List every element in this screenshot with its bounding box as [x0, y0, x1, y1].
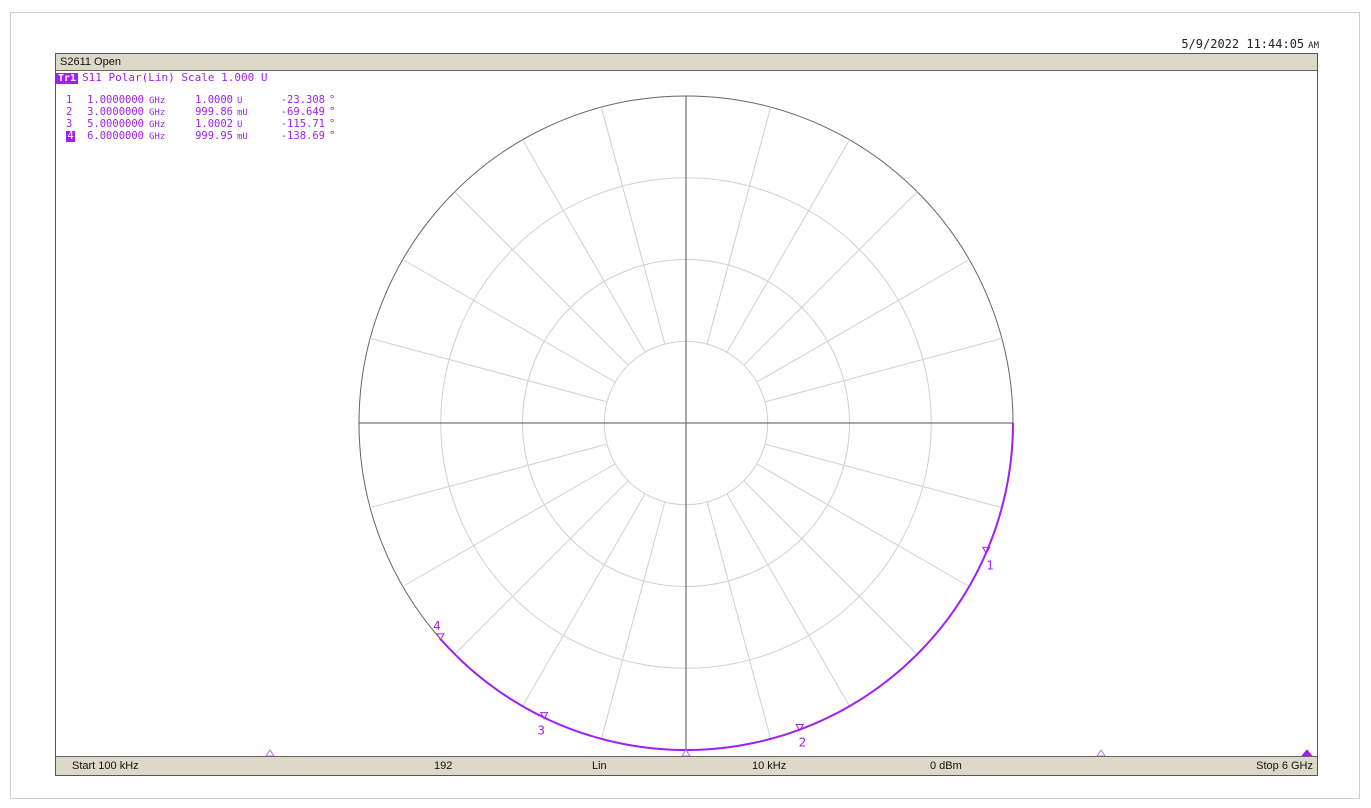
marker-degree-symbol: °: [329, 118, 336, 130]
marker-number: 3: [66, 118, 73, 130]
grid-spoke: [600, 107, 666, 345]
timestamp: 5/9/2022 11:44:05 AM: [1181, 37, 1319, 51]
marker-magnitude: 999.95: [195, 130, 233, 142]
timestamp-ampm: AM: [1308, 41, 1319, 51]
marker-frequency-unit: GHz: [149, 108, 166, 118]
marker-degree-symbol: °: [329, 94, 336, 106]
marker-1-label: 1: [986, 558, 994, 572]
marker-frequency-unit: GHz: [149, 96, 166, 106]
marker-magnitude-unit: mU: [237, 132, 248, 142]
marker-frequency-unit: GHz: [149, 120, 166, 130]
trace-label: S11 Polar(Lin) Scale 1.000 U: [82, 71, 268, 84]
marker-magnitude: 1.0000: [195, 94, 233, 106]
marker-degree-symbol: °: [329, 130, 336, 142]
window-title: S2611 Open: [60, 56, 121, 68]
grid-spoke: [706, 107, 772, 345]
marker-angle: -138.69: [280, 130, 325, 142]
marker-2-label: 2: [799, 736, 807, 750]
marker-frequency: 3.0000000: [87, 106, 144, 118]
marker-3-label: 3: [537, 724, 545, 738]
marker-magnitude: 1.0002: [195, 118, 233, 130]
status-ifbw[interactable]: 10 kHz: [752, 757, 786, 775]
trace-line: [439, 422, 1014, 752]
marker-number: 4: [66, 130, 75, 142]
grid-spoke: [370, 337, 608, 403]
trace-badge[interactable]: Tr1: [56, 73, 79, 84]
marker-frequency: 1.0000000: [87, 94, 144, 106]
marker-magnitude-unit: U: [237, 96, 243, 106]
marker-magnitude-unit: mU: [237, 108, 248, 118]
timestamp-datetime: 5/9/2022 11:44:05: [1181, 37, 1305, 51]
status-points[interactable]: 192: [434, 757, 452, 775]
marker-degree-symbol: °: [329, 106, 336, 118]
polar-chart[interactable]: 1234: [56, 54, 1317, 775]
marker-angle: -23.308: [280, 94, 325, 106]
marker-table: 1 1.0000000 GHz 1.0000 U -23.308 ° 2 3.0000000 GH…: [66, 95, 335, 143]
marker-frequency: 5.0000000: [87, 118, 144, 130]
grid-spoke: [764, 337, 1002, 403]
marker-angle: -115.71: [280, 118, 325, 130]
marker-row[interactable]: 4 6.0000000 GHz 999.95 mU -138.69 °: [66, 131, 335, 143]
status-start[interactable]: Start 100 kHz: [72, 757, 139, 775]
grid-spoke: [600, 501, 666, 739]
marker-4-label: 4: [433, 619, 441, 633]
marker-frequency-unit: GHz: [149, 132, 166, 142]
marker-frequency: 6.0000000: [87, 130, 144, 142]
marker-4-symbol: [436, 633, 445, 641]
marker-angle: -69.649: [280, 106, 325, 118]
trace-header[interactable]: Tr1 S11 Polar(Lin) Scale 1.000 U: [56, 71, 268, 85]
chart-window[interactable]: 1234 S2611 Open Tr1 S11 Polar(Lin) Scale …: [55, 53, 1318, 776]
marker-magnitude: 999.86: [195, 106, 233, 118]
grid-spoke: [706, 501, 772, 739]
status-bar: Start 100 kHz 192 Lin 10 kHz 0 dBm Stop …: [56, 756, 1317, 775]
marker-number: 2: [66, 106, 73, 118]
status-sweep-type[interactable]: Lin: [592, 757, 607, 775]
grid-spoke: [370, 443, 608, 509]
marker-number: 1: [66, 94, 73, 106]
grid-spoke: [764, 443, 1002, 509]
window-title-bar[interactable]: S2611 Open: [56, 54, 1317, 71]
marker-magnitude-unit: U: [237, 120, 243, 130]
status-stop[interactable]: Stop 6 GHz: [1256, 757, 1313, 775]
status-power[interactable]: 0 dBm: [930, 757, 962, 775]
